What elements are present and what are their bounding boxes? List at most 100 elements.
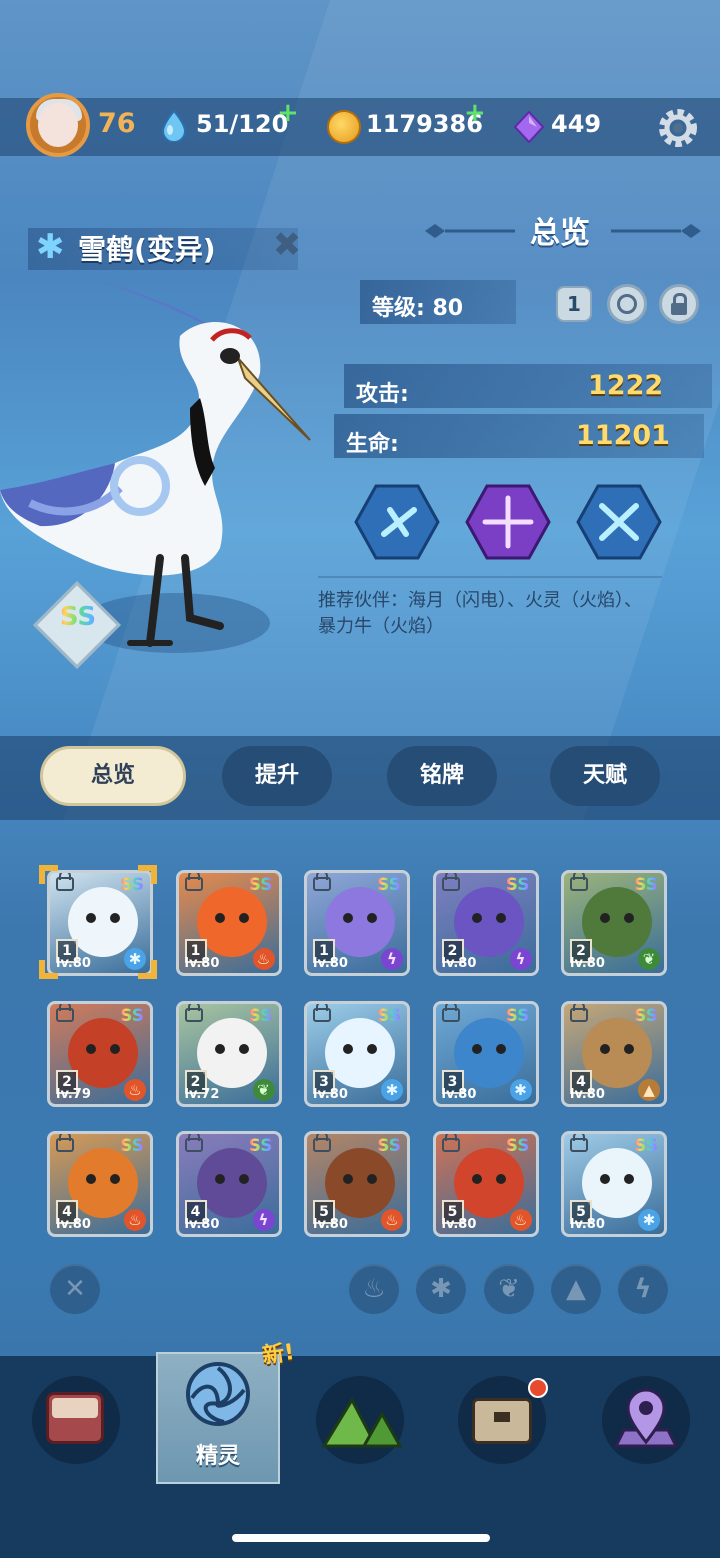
clear-filter-button[interactable]: ✕ <box>50 1264 100 1314</box>
pet-card-white-tiger[interactable]: SS 5 lv.80 ✱ <box>561 1131 667 1237</box>
ornament-left-icon <box>425 224 515 238</box>
tab-overview[interactable]: 总览 <box>40 746 186 806</box>
coin-icon <box>327 110 361 144</box>
pet-card-red-dragon[interactable]: SS 2 lv.79 ♨ <box>47 1000 153 1107</box>
nav-spirit-icon[interactable] <box>174 1360 262 1448</box>
pet-portrait-jellyfish <box>325 887 395 957</box>
rank-text: SS <box>248 875 273 895</box>
level-label: 等级: 80 <box>372 296 464 321</box>
lock-icon <box>56 1003 74 1022</box>
pet-level: lv.80 <box>56 1217 91 1232</box>
lock-icon <box>184 873 203 891</box>
lock-icon <box>570 873 588 891</box>
player-avatar[interactable] <box>26 93 90 157</box>
coins-add-button[interactable]: + <box>464 98 486 128</box>
recommended-partners: 推荐伙伴：海月（闪电）、火灵（火焰）、暴力牛（火焰） <box>318 590 642 637</box>
filter-nature-icon[interactable]: ❦ <box>484 1264 534 1314</box>
pet-card-hooded-sprite[interactable]: SS 2 lv.80 ❦ <box>561 870 667 976</box>
lock-icon <box>184 1003 203 1022</box>
lock-icon <box>441 1134 460 1152</box>
pet-card-dragon-cat[interactable]: SS 2 lv.80 ϟ <box>432 870 539 976</box>
pet-level: lv.79 <box>56 1086 91 1102</box>
nav-mountain-icon[interactable] <box>316 1376 404 1464</box>
pet-portrait-red-beast <box>453 1148 524 1218</box>
ornament-right-icon <box>611 224 701 238</box>
ice-element-icon: ✱ <box>638 1209 660 1231</box>
filter-earth-icon[interactable]: ▲ <box>551 1264 601 1314</box>
star-count-button[interactable]: 1 <box>556 286 592 322</box>
filter-fire-icon[interactable]: ♨ <box>349 1264 399 1314</box>
pet-card-ice-fox[interactable]: SS 3 lv.80 ✱ <box>304 1000 410 1107</box>
selected-frame <box>39 865 157 979</box>
lightning-element-icon: ϟ <box>509 948 532 970</box>
rank-text: SS <box>377 1136 401 1156</box>
skill-wind-icon[interactable] <box>354 484 440 560</box>
pet-card-antelope[interactable]: SS 4 lv.80 ▲ <box>561 1000 667 1107</box>
tab-talent[interactable]: 天赋 <box>550 746 660 806</box>
pet-portrait-ice-fox <box>325 1017 395 1088</box>
rank-text: SS <box>52 602 104 632</box>
pet-card-sea-serpent[interactable]: SS 3 lv.80 ✱ <box>432 1000 539 1107</box>
pet-level: lv.80 <box>441 1086 477 1102</box>
pet-card-jellyfish[interactable]: SS 1 lv.80 ϟ <box>304 870 410 976</box>
notification-dot <box>528 1378 548 1398</box>
pet-card-unicorn[interactable]: SS 4 lv.80 ϟ <box>175 1131 282 1237</box>
pet-card-red-beast[interactable]: SS 5 lv.80 ♨ <box>432 1131 539 1237</box>
lock-icon <box>570 1003 588 1022</box>
lock-icon <box>441 873 460 891</box>
ice-element-icon: ✱ <box>381 1078 403 1101</box>
nature-element-icon: ❦ <box>252 1078 275 1101</box>
fire-element-icon: ♨ <box>381 1209 403 1231</box>
fire-element-icon: ♨ <box>124 1209 146 1231</box>
rank-text: SS <box>505 1136 530 1156</box>
overview-title: 总览 <box>530 216 590 251</box>
pet-level: lv.80 <box>570 1086 605 1102</box>
water-drop-icon <box>161 110 187 142</box>
hp-label: 生命: <box>346 432 399 457</box>
filter-lightning-icon[interactable]: ϟ <box>618 1264 668 1314</box>
nav-map-pin-icon[interactable] <box>602 1376 690 1464</box>
lock-icon[interactable] <box>659 284 699 324</box>
pet-portrait-sea-serpent <box>453 1017 524 1088</box>
rank-text: SS <box>505 875 530 895</box>
pet-level: lv.80 <box>570 1217 605 1232</box>
pet-card-fire-spirit[interactable]: SS 1 lv.80 ♨ <box>175 870 282 976</box>
home-indicator <box>232 1534 490 1542</box>
pet-level: lv.80 <box>313 1217 348 1232</box>
tab-upgrade[interactable]: 提升 <box>222 746 332 806</box>
lock-icon <box>313 1003 331 1022</box>
pet-card-golem[interactable]: SS 5 lv.80 ♨ <box>304 1131 410 1237</box>
pet-card-lava-blob[interactable]: SS 4 lv.80 ♨ <box>47 1131 153 1237</box>
close-icon[interactable]: ✖ <box>270 228 304 262</box>
lightning-element-icon: ϟ <box>381 948 403 970</box>
rank-text: SS <box>505 1005 530 1026</box>
rank-text: SS <box>377 1005 401 1026</box>
pet-portrait-dragon-cat <box>453 887 524 957</box>
pet-card-panda[interactable]: SS 2 lv.72 ❦ <box>175 1000 282 1107</box>
player-level: 76 <box>98 108 136 139</box>
hp-value: 11201 <box>576 420 670 451</box>
rank-text: SS <box>634 875 658 895</box>
nature-element-icon: ❦ <box>638 948 660 970</box>
lock-icon <box>441 1003 460 1022</box>
pet-portrait-hooded-sprite <box>582 887 652 957</box>
nav-device-icon[interactable] <box>32 1376 120 1464</box>
attack-value: 1222 <box>588 370 664 401</box>
lock-icon <box>313 1134 331 1152</box>
filter-ice-icon[interactable]: ✱ <box>416 1264 466 1314</box>
pet-portrait-golem <box>325 1148 395 1218</box>
stamina-value: 51/120 <box>196 110 289 138</box>
target-icon[interactable] <box>607 284 647 324</box>
pet-portrait-white-tiger <box>582 1148 652 1218</box>
tab-nameplate[interactable]: 铭牌 <box>387 746 497 806</box>
pet-level: lv.80 <box>441 956 477 971</box>
pet-level: lv.80 <box>570 956 605 971</box>
ice-element-icon: ✱ <box>509 1078 532 1101</box>
fire-element-icon: ♨ <box>124 1078 146 1101</box>
settings-gear-icon[interactable] <box>656 106 700 150</box>
pet-portrait-fire-spirit <box>196 887 267 957</box>
skill-cross-icon[interactable] <box>576 484 662 560</box>
stamina-add-button[interactable]: + <box>277 98 299 128</box>
pet-portrait-unicorn <box>196 1148 267 1218</box>
skill-star-icon[interactable] <box>465 484 551 560</box>
